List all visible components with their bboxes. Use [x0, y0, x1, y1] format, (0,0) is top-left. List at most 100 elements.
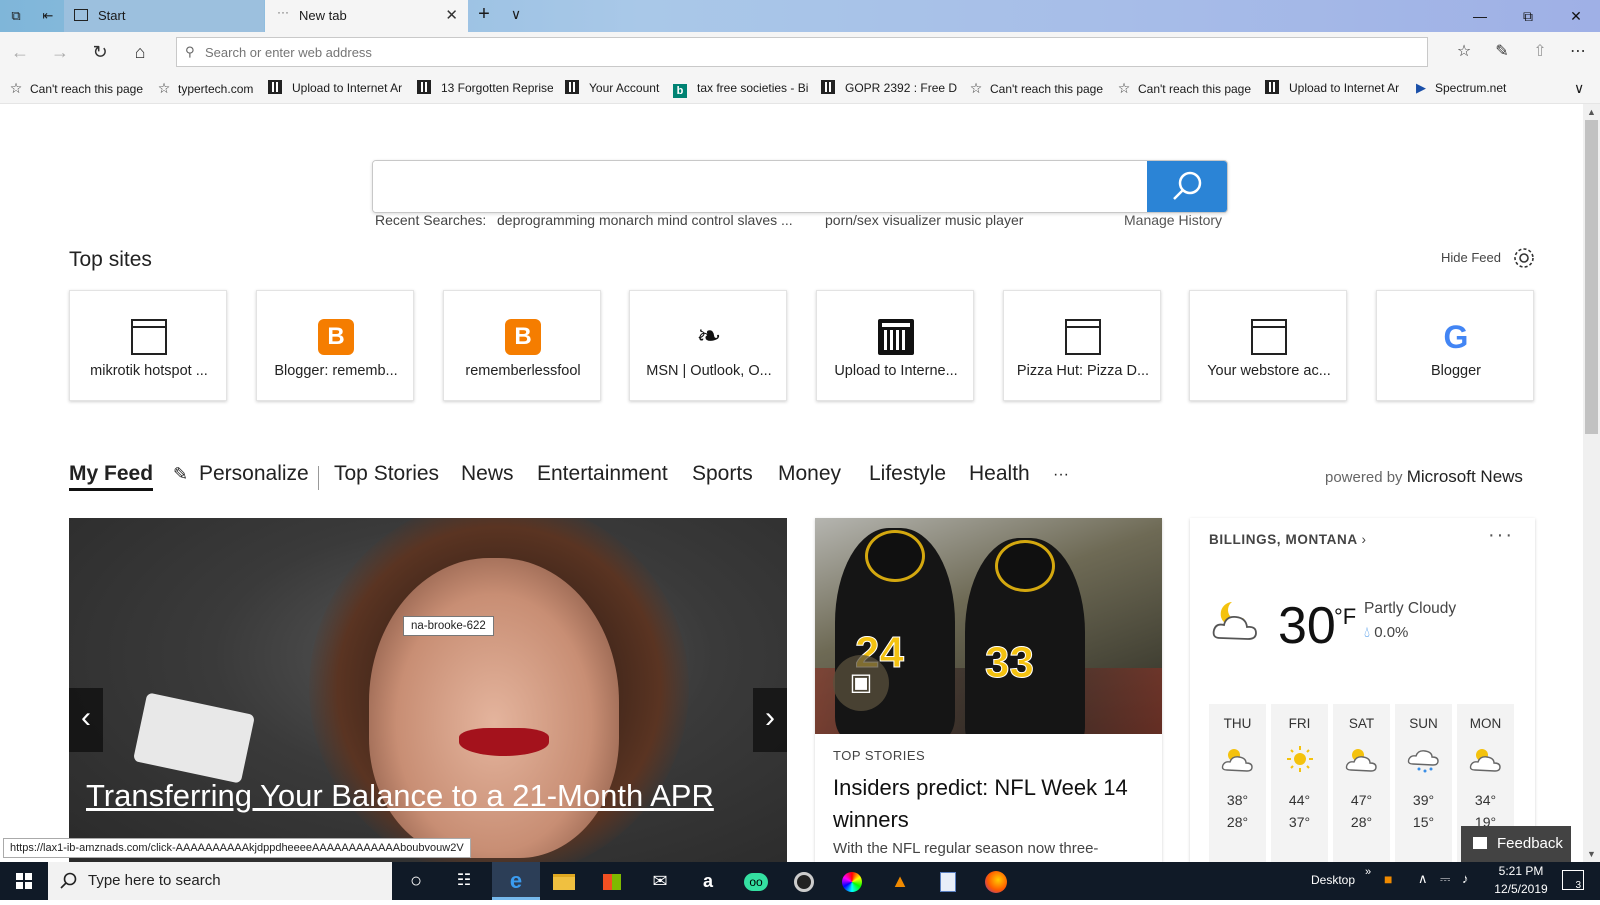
top-site-tile[interactable]: Your webstore ac...: [1189, 290, 1347, 401]
favorite-item[interactable]: GOPR 2392 : Free Do: [821, 78, 957, 98]
top-site-tile[interactable]: ❧ MSN | Outlook, O...: [629, 290, 787, 401]
more-options-icon[interactable]: ···: [1488, 524, 1514, 547]
scrollbar-thumb[interactable]: [1585, 120, 1598, 434]
tab-entertainment[interactable]: Entertainment: [537, 462, 668, 486]
favorite-item[interactable]: ☆ typertech.com: [156, 78, 260, 98]
volume-icon[interactable]: ♪: [1462, 871, 1469, 886]
tab-top-stories[interactable]: Top Stories: [334, 462, 439, 486]
story-title[interactable]: Insiders predict: NFL Week 14 winners: [833, 772, 1148, 836]
tab-preview-chevron-icon[interactable]: ∨: [508, 6, 524, 22]
camera-icon[interactable]: ▣: [833, 655, 889, 711]
address-input[interactable]: [205, 38, 1405, 66]
set-aside-tabs-icon[interactable]: ⇤: [40, 8, 56, 24]
recent-search-item[interactable]: porn/sex visualizer music player: [825, 212, 1023, 228]
close-tab-icon[interactable]: ✕: [445, 0, 458, 32]
hero-story-title[interactable]: Transferring Your Balance to a 21-Month …: [86, 776, 776, 816]
provider-name[interactable]: Microsoft News: [1407, 467, 1523, 486]
favorite-item[interactable]: 13 Forgotten Reprise: [417, 78, 553, 98]
scroll-up-arrow-icon[interactable]: ▲: [1583, 104, 1600, 120]
favorite-item[interactable]: Upload to Internet Ar: [1265, 78, 1405, 98]
tab-health[interactable]: Health: [969, 462, 1030, 486]
amazon-icon[interactable]: a: [684, 862, 732, 900]
web-search-input[interactable]: [373, 161, 1149, 212]
vlc-icon[interactable]: ▲: [876, 862, 924, 900]
scroll-down-arrow-icon[interactable]: ▼: [1583, 846, 1600, 862]
tab-personalize[interactable]: Personalize: [199, 462, 309, 486]
store-icon[interactable]: [588, 862, 636, 900]
refresh-button[interactable]: ↻: [80, 32, 120, 72]
network-icon[interactable]: ⎓: [1440, 871, 1450, 887]
recent-search-item[interactable]: deprogramming monarch mind control slave…: [497, 212, 793, 228]
hide-feed-link[interactable]: Hide Feed: [1441, 250, 1501, 265]
forecast-day[interactable]: THU 38° 28°: [1209, 704, 1266, 862]
tab-new-tab[interactable]: ··· New tab ✕: [265, 0, 468, 32]
app-tray-icon[interactable]: ■: [1384, 871, 1392, 887]
start-button[interactable]: [0, 862, 48, 900]
top-site-tile[interactable]: mikrotik hotspot ...: [69, 290, 227, 401]
tab-start[interactable]: Start: [64, 0, 264, 32]
restore-button[interactable]: ⧉: [1504, 0, 1552, 32]
file-explorer-icon[interactable]: [540, 862, 588, 900]
favorite-item[interactable]: ☆ Can't reach this page: [1116, 78, 1256, 98]
document-app-icon[interactable]: [924, 862, 972, 900]
tab-sports[interactable]: Sports: [692, 462, 753, 486]
tab-actions-icon[interactable]: ⧉: [8, 8, 24, 24]
media-app-icon[interactable]: [780, 862, 828, 900]
story-card[interactable]: 24 33 ▣ TOP STORIES Insiders predict: NF…: [815, 518, 1162, 862]
web-search-box[interactable]: [372, 160, 1228, 213]
favorite-item[interactable]: ☆ Can't reach this page: [8, 78, 148, 98]
search-button[interactable]: [1147, 161, 1227, 212]
back-button[interactable]: ←: [0, 32, 40, 72]
favorite-item[interactable]: ▶ Spectrum.net: [1413, 78, 1513, 98]
show-hidden-icons-chevron-icon[interactable]: ∧: [1418, 871, 1428, 887]
favorite-item[interactable]: Upload to Internet Ar: [268, 78, 408, 98]
favorites-hub-icon[interactable]: ☆: [1444, 32, 1484, 72]
favorite-item[interactable]: b tax free societies - Bir: [673, 78, 809, 98]
desktop-toolbar-label[interactable]: Desktop: [1311, 873, 1355, 887]
tab-news[interactable]: News: [461, 462, 514, 486]
cortana-icon[interactable]: ○: [392, 862, 440, 900]
color-app-icon[interactable]: [828, 862, 876, 900]
mail-icon[interactable]: ✉: [636, 862, 684, 900]
taskbar-search-box[interactable]: Type here to search: [48, 862, 392, 900]
tab-my-feed[interactable]: My Feed: [69, 462, 154, 491]
tab-money[interactable]: Money: [778, 462, 841, 486]
top-site-tile[interactable]: B rememberlessfool: [443, 290, 601, 401]
hero-story-card[interactable]: ‹ › Transferring Your Balance to a 21-Mo…: [69, 518, 787, 862]
page-scrollbar[interactable]: ▲ ▼: [1583, 104, 1600, 862]
forecast-day[interactable]: FRI 44° 37°: [1271, 704, 1328, 862]
favorite-item[interactable]: Your Account: [565, 78, 665, 98]
tripadvisor-icon[interactable]: oo: [732, 862, 780, 900]
close-window-button[interactable]: ✕: [1552, 0, 1600, 32]
top-site-tile[interactable]: Upload to Interne...: [816, 290, 974, 401]
new-tab-icon[interactable]: +: [476, 4, 492, 24]
more-menu-icon[interactable]: ⋯: [1558, 32, 1598, 72]
home-button[interactable]: ⌂: [120, 32, 160, 72]
tab-lifestyle[interactable]: Lifestyle: [869, 462, 946, 486]
edge-icon[interactable]: e: [492, 862, 540, 900]
weather-card[interactable]: BILLINGS, MONTANA › ··· 30 °F Partly Clo…: [1190, 518, 1535, 862]
address-bar[interactable]: ⚲: [176, 37, 1428, 67]
minimize-button[interactable]: —: [1456, 0, 1504, 32]
favorite-item[interactable]: ☆ Can't reach this page: [968, 78, 1108, 98]
feedback-button[interactable]: Feedback: [1461, 826, 1571, 862]
weather-location[interactable]: BILLINGS, MONTANA ›: [1209, 532, 1367, 547]
manage-history-link[interactable]: Manage History: [1124, 212, 1222, 228]
top-site-tile[interactable]: Pizza Hut: Pizza D...: [1003, 290, 1161, 401]
forecast-day[interactable]: SAT 47° 28°: [1333, 704, 1390, 862]
web-note-icon[interactable]: ✎: [1482, 32, 1522, 72]
gear-icon[interactable]: [1512, 246, 1536, 270]
clock-date[interactable]: 12/5/2019: [1490, 882, 1552, 896]
top-site-tile[interactable]: B Blogger: rememb...: [256, 290, 414, 401]
toolbar-overflow-icon[interactable]: »: [1365, 866, 1371, 878]
favorites-overflow-chevron-icon[interactable]: ∨: [1574, 78, 1594, 98]
forecast-day[interactable]: SUN 39° 15°: [1395, 704, 1452, 862]
more-tabs-icon[interactable]: ···: [1053, 466, 1069, 484]
clock-time[interactable]: 5:21 PM: [1494, 864, 1548, 878]
forward-button[interactable]: →: [40, 32, 80, 72]
firefox-icon[interactable]: [972, 862, 1020, 900]
carousel-next-button[interactable]: ›: [753, 688, 787, 752]
top-site-tile[interactable]: G Blogger: [1376, 290, 1534, 401]
share-icon[interactable]: ⇧: [1520, 32, 1560, 72]
task-view-icon[interactable]: ☷: [440, 862, 488, 900]
